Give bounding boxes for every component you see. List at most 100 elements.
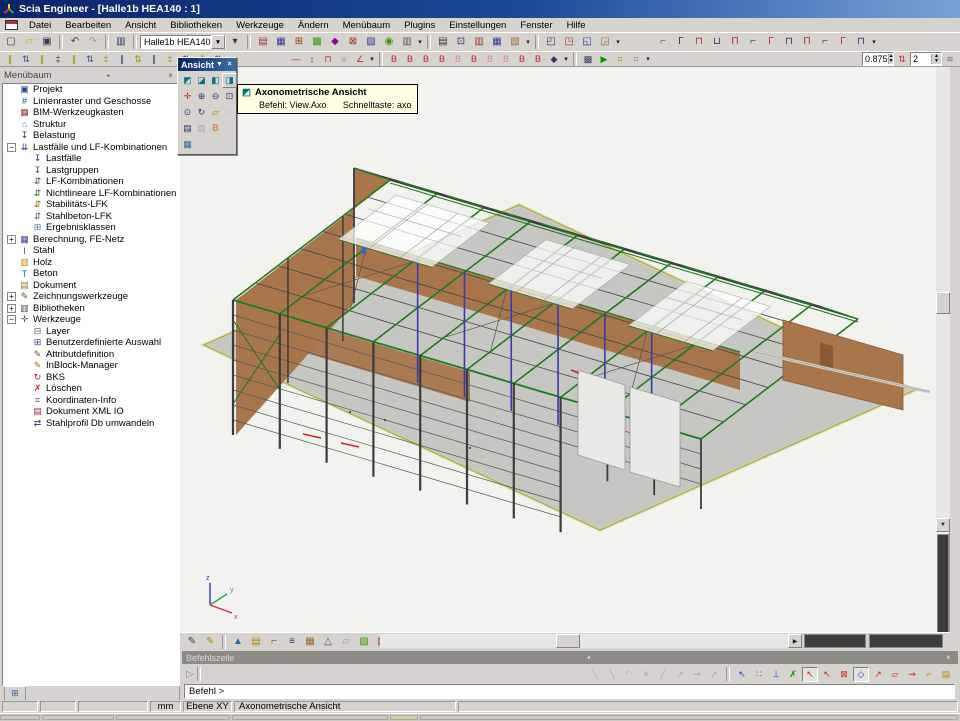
- model-3d-view[interactable]: zyx: [180, 67, 936, 632]
- frame-view-6-button[interactable]: ⌐: [744, 34, 762, 51]
- tree-item-projekt[interactable]: ▣Projekt: [3, 84, 179, 96]
- count-spinner[interactable]: 2▲▼: [910, 52, 942, 66]
- view-extra-button[interactable]: ◌: [222, 105, 237, 120]
- command-input[interactable]: Befehl >: [184, 684, 955, 699]
- tree-item-ergebnisklassen[interactable]: ⊞Ergebnisklassen: [3, 222, 179, 234]
- frame-view-12-button[interactable]: ⊓: [852, 34, 870, 51]
- tree-item-lf-kombinationen[interactable]: ⇵LF-Kombinationen: [3, 176, 179, 188]
- snap-curve-button[interactable]: ⇝: [689, 667, 705, 682]
- table-tool-button[interactable]: ▧: [362, 34, 380, 51]
- snap-dir-2-button[interactable]: ↗: [706, 667, 722, 682]
- frame-view-2-button[interactable]: Γ: [672, 34, 690, 51]
- tree-item-dokument[interactable]: ▤Dokument: [3, 280, 179, 292]
- tree-item-stahlbeton-lfk[interactable]: ⇵Stahlbeton-LFK: [3, 211, 179, 223]
- filter-4-button[interactable]: ‡: [50, 52, 66, 67]
- print-preview-button[interactable]: ⊡: [452, 34, 470, 51]
- tree-item-lastf-lle[interactable]: ↧Lastfälle: [3, 153, 179, 165]
- ansicht-dropdown-icon[interactable]: ▼: [215, 61, 224, 68]
- filter-9-button[interactable]: ⇅: [130, 52, 146, 67]
- frame-view-1-button[interactable]: ⌐: [654, 34, 672, 51]
- window-1-button[interactable]: ▤: [180, 121, 195, 136]
- frame-view-7-button[interactable]: Γ: [762, 34, 780, 51]
- expander-icon[interactable]: −: [7, 143, 16, 152]
- axo-view-2-button[interactable]: ◪: [194, 73, 209, 88]
- toolbar-dropdown-icon[interactable]: ▾: [870, 38, 878, 46]
- layers-manager-button[interactable]: ▦: [272, 34, 290, 51]
- filter-6-button[interactable]: ⇅: [82, 52, 98, 67]
- tree-item-stahlprofil-db-umwandeln[interactable]: ⇄Stahlprofil Db umwandeln: [3, 418, 179, 430]
- menu-fenster[interactable]: Fenster: [513, 19, 559, 32]
- document-tool-button[interactable]: ▥: [398, 34, 416, 51]
- b-tool-4-button[interactable]: B: [434, 52, 450, 67]
- tree-item-dokument-xml-io[interactable]: ▤Dokument XML IO: [3, 406, 179, 418]
- cursor-snap-button[interactable]: ↖: [734, 667, 750, 682]
- tree-item-beton[interactable]: TBeton: [3, 268, 179, 280]
- endpoint-snap-button[interactable]: ↖: [802, 667, 818, 682]
- tree-item-stahl[interactable]: IStahl: [3, 245, 179, 257]
- clipboard-tool-button[interactable]: ⊠: [344, 34, 362, 51]
- status-plane[interactable]: Ebene XY: [183, 701, 232, 712]
- toolbar-dropdown-icon[interactable]: ▾: [524, 38, 532, 46]
- clip-pen-2-button[interactable]: ✎: [201, 633, 219, 650]
- tangent-snap-button[interactable]: ⇝: [904, 667, 920, 682]
- b-tool-3-button[interactable]: B: [418, 52, 434, 67]
- project-selector[interactable]: Halle1b HEA140▼: [140, 35, 226, 49]
- menu-ansicht[interactable]: Ansicht: [118, 19, 163, 32]
- tree-item-lastf-lle-und-lf-kombinationen[interactable]: −⇊Lastfälle und LF-Kombinationen: [3, 142, 179, 154]
- new-file-button[interactable]: ▢: [2, 34, 20, 51]
- zoom-out-button[interactable]: ⊖: [208, 89, 223, 104]
- clip-box-button[interactable]: ▱: [208, 105, 223, 120]
- lines-display-button[interactable]: ≡: [283, 633, 301, 650]
- selection-tool-button[interactable]: ◆: [326, 34, 344, 51]
- frame-view-8-button[interactable]: ⊓: [780, 34, 798, 51]
- frame-view-3-button[interactable]: ⊓: [690, 34, 708, 51]
- save-view-button[interactable]: ▩: [580, 52, 596, 67]
- tree-item-l-schen[interactable]: ✗Löschen: [3, 383, 179, 395]
- filter-11-button[interactable]: ‡: [162, 52, 178, 67]
- tree-item-belastung[interactable]: ↧Belastung: [3, 130, 179, 142]
- snap-dir-button[interactable]: ↗: [672, 667, 688, 682]
- window-2-button[interactable]: ▤: [194, 121, 209, 136]
- snap-line-1-button[interactable]: ╲: [587, 667, 603, 682]
- plane-display-button[interactable]: ▱: [337, 633, 355, 650]
- b-tool-9-button[interactable]: B: [514, 52, 530, 67]
- axo-view-3-button[interactable]: ◧: [208, 73, 223, 88]
- menu--ndern[interactable]: Ändern: [291, 19, 336, 32]
- angle-tool-button[interactable]: ∠: [352, 52, 368, 67]
- render-window-button[interactable]: ▦: [180, 137, 195, 152]
- node-snap-button[interactable]: ◇: [853, 667, 869, 682]
- zoom-in-button[interactable]: ⊕: [194, 89, 209, 104]
- b-tool-6-button[interactable]: B: [466, 52, 482, 67]
- frame-view-11-button[interactable]: Γ: [834, 34, 852, 51]
- scale-spinner[interactable]: 0.875▲▼: [862, 52, 894, 66]
- tree-item-benutzerdefinierte-auswahl[interactable]: ⊞Benutzerdefinierte Auswahl: [3, 337, 179, 349]
- b-tool-2-button[interactable]: B: [402, 52, 418, 67]
- surface-display-button[interactable]: ▦: [301, 633, 319, 650]
- tree-item-nichtlineare-lf-kombinationen[interactable]: ⇵Nichtlineare LF-Kombinationen: [3, 188, 179, 200]
- menu-einstellungen[interactable]: Einstellungen: [442, 19, 513, 32]
- toolbar-dropdown-icon[interactable]: ▾: [416, 38, 424, 46]
- undo-button[interactable]: ↶: [66, 34, 84, 51]
- rotate-view-button[interactable]: ↻: [194, 105, 209, 120]
- filter-10-button[interactable]: ∥: [146, 52, 162, 67]
- b-tool-5-button[interactable]: B: [450, 52, 466, 67]
- view-tool-1-button[interactable]: ◰: [542, 34, 560, 51]
- ansicht-close-icon[interactable]: ×: [225, 61, 234, 68]
- tree-item-inblock-manager[interactable]: ✎InBlock-Manager: [3, 360, 179, 372]
- open-file-button[interactable]: ▱: [20, 34, 38, 51]
- tree-item-bks[interactable]: ↻BKS: [3, 372, 179, 384]
- tree-item-koordinaten-info[interactable]: ⌗Koordinaten-Info: [3, 395, 179, 407]
- snap-cross-button[interactable]: ✕: [638, 667, 654, 682]
- camera-1-button[interactable]: ⌗: [612, 52, 628, 67]
- tree-item-berechnung-fe-netz[interactable]: +▦Berechnung, FE-Netz: [3, 234, 179, 246]
- tree-item-werkzeuge[interactable]: −✛Werkzeuge: [3, 314, 179, 326]
- filter-8-button[interactable]: ∥: [114, 52, 130, 67]
- dot-grid-button[interactable]: ∷: [751, 667, 767, 682]
- tree-panel-tab[interactable]: ⊞: [4, 686, 26, 701]
- image-tool-button[interactable]: ◉: [380, 34, 398, 51]
- expander-icon[interactable]: −: [7, 315, 16, 324]
- tree-item-bim-werkzeugkasten[interactable]: ▦BIM-Werkzeugkasten: [3, 107, 179, 119]
- gallery-button[interactable]: ▥: [470, 34, 488, 51]
- project-drop-button[interactable]: ▾: [226, 34, 244, 51]
- menu-bearbeiten[interactable]: Bearbeiten: [58, 19, 118, 32]
